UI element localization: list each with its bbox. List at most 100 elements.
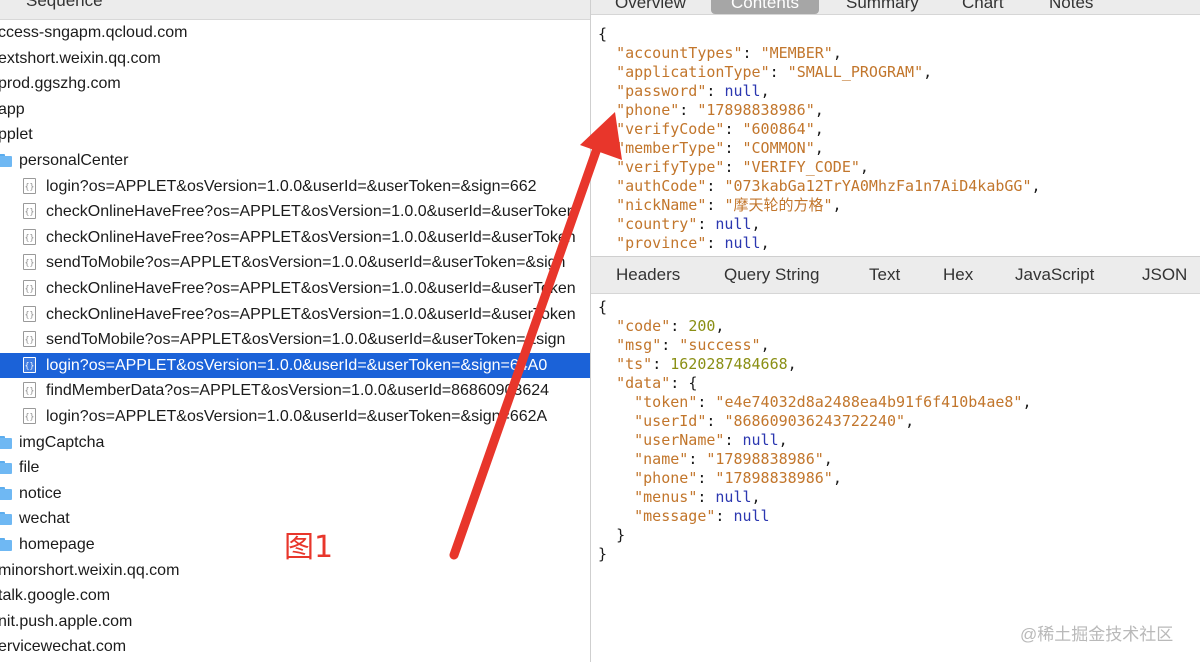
json-key: verifyType [625,158,716,176]
tab-overview[interactable]: Overview [615,0,686,14]
json-key: data [625,374,662,392]
watermark: @稀土掘金技术社区 [1020,625,1174,644]
code-quoted-token: "menus" [634,488,698,506]
code-quoted-token: "600864" [742,120,815,138]
tree-row-label: personalCenter [19,152,129,169]
json-key: menus [643,488,689,506]
tab-contents[interactable]: Contents [711,0,820,14]
json-key: authCode [625,177,698,195]
tree-request-row[interactable]: {} checkOnlineHaveFree?os=APPLET&osVersio… [0,302,590,327]
json-value: null [733,507,770,525]
tree-host-row[interactable]: extshort.weixin.qq.com [0,46,590,71]
tab-notes[interactable]: Notes [1049,0,1093,14]
tree-row-label: minorshort.weixin.qq.com [0,561,180,579]
code-quoted-token: "868609036243722240" [724,412,906,430]
tree-folder-row[interactable]: file [0,455,590,480]
json-value: null [724,82,761,100]
tree-row-label: notice [19,484,62,502]
tree-request-row[interactable]: {} login?os=APPLET&osVersion=1.0.0&userId… [0,174,590,199]
response-data-close-line: } [598,526,1031,545]
json-key: memberType [625,139,716,157]
tree-request-row[interactable]: {} checkOnlineHaveFree?os=APPLET&osVersio… [0,199,590,224]
tree-row-label: ervicewechat.com [0,638,127,656]
request-body-viewer[interactable]: { "accountTypes": "MEMBER", "application… [598,25,1041,253]
json-key: token [643,393,689,411]
tab-hex[interactable]: Hex [943,257,973,292]
tree-host-row[interactable]: prod.ggszhg.com [0,71,590,96]
tree-host-row[interactable]: app [0,97,590,122]
code-quoted-token: "COMMON" [742,139,815,157]
code-quoted-token: "province" [616,234,707,252]
tree-row-label: file [19,459,40,477]
tree-host-row[interactable]: ccess-sngapm.qcloud.com [0,20,590,45]
tree-host-row[interactable]: talk.google.com [0,583,590,608]
tab-summary[interactable]: Summary [846,0,919,14]
tree-host-row[interactable]: ervicewechat.com [0,634,590,659]
code-quoted-token: "code" [616,317,671,335]
tree-header[interactable]: Sequence [0,0,590,20]
json-value: null [724,234,761,252]
code-quoted-token: "e4e74032d8a2488ea4b91f6f410b4ae8" [715,393,1023,411]
tab-chart[interactable]: Chart [962,0,1004,14]
json-value: e4e74032d8a2488ea4b91f6f410b4ae8 [724,393,1014,411]
json-key: message [643,507,707,525]
json-key: phone [643,469,689,487]
json-key: password [625,82,698,100]
tab-headers[interactable]: Headers [616,257,680,292]
code-quoted-token: "摩天轮的方格" [724,196,833,214]
json-value: 1620287484668 [670,355,788,373]
code-quoted-token: "data" [616,374,671,392]
request-field-line: "province": null, [616,234,770,252]
tree-host-row[interactable]: nit.push.apple.com [0,609,590,634]
tree-row-label: checkOnlineHaveFree?os=APPLET&osVersion=… [46,280,576,297]
code-quoted-token: "nickName" [616,196,707,214]
request-field-line: "country": null, [616,215,761,233]
request-field-line: "memberType": "COMMON", [616,139,824,157]
response-field-line: "code": 200, [616,317,725,335]
tree-request-row[interactable]: {} login?os=APPLET&osVersion=1.0.0&userId… [0,352,590,378]
json-key: nickName [625,196,698,214]
json-value: 200 [688,317,716,335]
code-line-open: { [598,298,1031,317]
tree-host-row[interactable]: pplet [0,122,590,147]
code-quoted-token: "token" [634,393,698,411]
tree-request-row[interactable]: {} sendToMobile?os=APPLET&osVersion=1.0.0… [0,250,590,275]
request-field-line: "verifyCode": "600864", [616,120,824,138]
tree-request-row[interactable]: {} login?os=APPLET&osVersion=1.0.0&userId… [0,404,590,429]
code-quoted-token: "verifyType" [616,158,725,176]
folder-icon [0,486,12,500]
json-value: success [688,336,752,354]
code-quoted-token: "073kabGa12TrYA0MhzFa1n7AiD4kabGG" [724,177,1032,195]
json-value: 摩天轮的方格 [733,196,824,214]
tab-javascript[interactable]: JavaScript [1015,257,1094,292]
tree-request-row[interactable]: {} findMemberData?os=APPLET&osVersion=1.0… [0,378,590,403]
tree-request-row[interactable]: {} sendToMobile?os=APPLET&osVersion=1.0.0… [0,327,590,352]
tab-json[interactable]: JSON [1142,257,1187,292]
request-field-line: "password": null, [616,82,770,100]
response-data-field-line: "phone": "17898838986", [634,469,842,487]
json-key: ts [625,355,644,373]
pane-divider[interactable] [590,0,591,662]
json-file-icon: {} [23,177,36,194]
json-value: 17898838986 [706,101,806,119]
tree-row-label: checkOnlineHaveFree?os=APPLET&osVersion=… [46,305,576,323]
tree-row-label: nit.push.apple.com [0,612,133,630]
tree-request-row[interactable]: {} checkOnlineHaveFree?os=APPLET&osVersio… [0,276,590,301]
json-value: MEMBER [769,44,824,62]
code-quoted-token: "userId" [634,412,707,430]
tree-request-row[interactable]: {} checkOnlineHaveFree?os=APPLET&osVersio… [0,225,590,250]
response-field-line: "ts": 1620287484668, [616,355,797,373]
tab-text[interactable]: Text [869,257,900,292]
json-key: userId [643,412,698,430]
tree-folder-row[interactable]: notice [0,481,590,506]
request-field-line: "nickName": "摩天轮的方格", [616,196,842,214]
tree-folder-row[interactable]: personalCenter [0,148,590,173]
code-quoted-token: "success" [679,336,761,354]
tree-folder-row[interactable]: imgCaptcha [0,430,590,455]
json-key: phone [625,101,671,119]
response-body-viewer[interactable]: { "code": 200, "msg": "success", "ts": 1… [598,298,1031,564]
tab-query-string[interactable]: Query String [724,257,819,292]
tree-row-label: checkOnlineHaveFree?os=APPLET&osVersion=… [46,203,576,221]
code-quoted-token: "17898838986" [706,450,824,468]
code-line-close: } [598,545,1031,564]
